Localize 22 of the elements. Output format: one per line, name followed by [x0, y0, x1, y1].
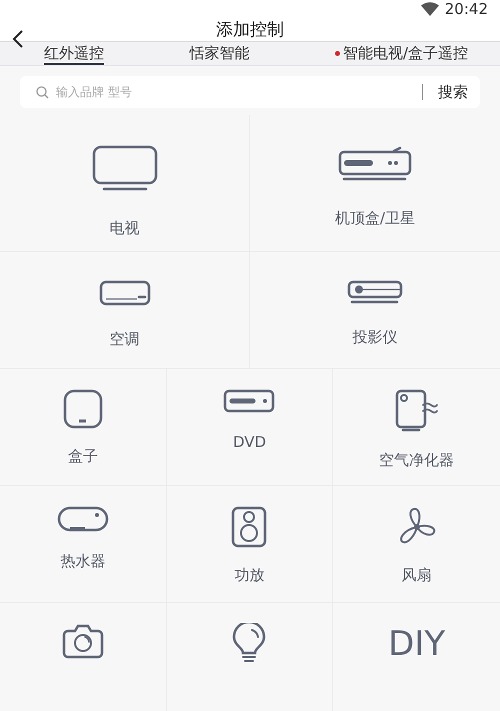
water-heater-icon: [56, 506, 109, 534]
search-field[interactable]: 输入品牌 型号 搜索: [20, 76, 480, 108]
page-title: 添加控制: [216, 19, 284, 41]
diy-text: DIY: [388, 623, 446, 665]
speaker-icon: [231, 506, 268, 548]
dvd-player-icon: [223, 389, 276, 415]
tab[interactable]: 红外遥控: [44, 42, 104, 65]
box-icon: [62, 389, 103, 429]
tab[interactable]: 智能电视/盒子遥控: [334, 42, 468, 65]
air-purifier-icon: [394, 389, 439, 433]
air-conditioner-icon: [98, 280, 150, 306]
wifi-icon: [420, 2, 439, 16]
camera-icon: [62, 623, 104, 659]
status-time: 20:42: [444, 0, 488, 18]
tab[interactable]: 恬家智能: [189, 42, 250, 65]
back-icon: [12, 29, 24, 49]
projector-icon: [347, 280, 403, 304]
light-bulb-icon: [232, 623, 266, 665]
search-icon: [36, 86, 49, 98]
search-button[interactable]: 搜索: [438, 82, 468, 102]
set-top-box-icon: [338, 145, 412, 181]
tv-icon: [92, 145, 158, 191]
